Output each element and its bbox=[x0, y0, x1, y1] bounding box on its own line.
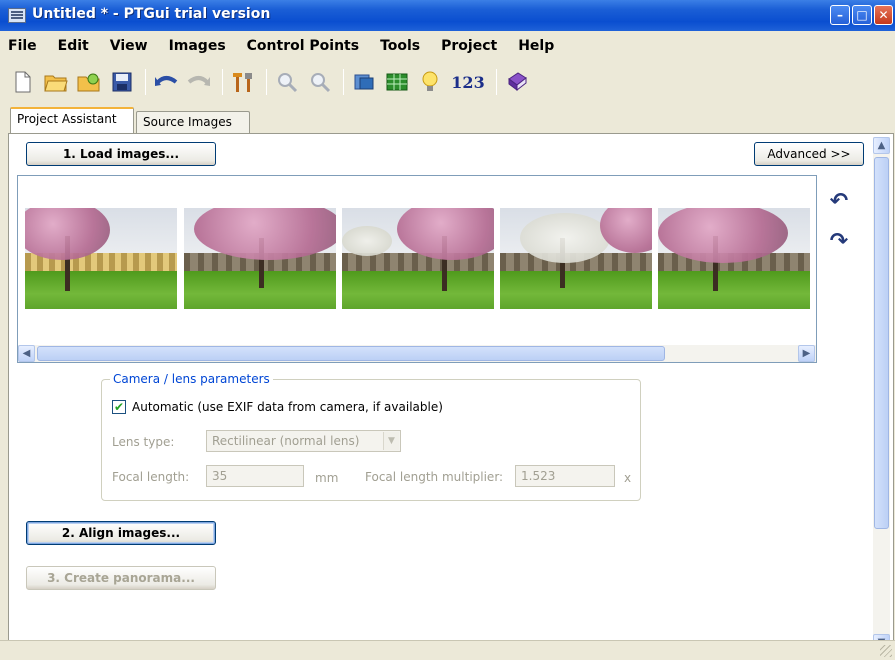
app-window: Untitled * - PTGui trial version – □ ✕ F… bbox=[0, 0, 895, 660]
thumbnail-image[interactable] bbox=[184, 208, 336, 309]
open-folder-icon[interactable] bbox=[41, 67, 71, 97]
minimize-button[interactable]: – bbox=[830, 5, 850, 25]
menu-images[interactable]: Images bbox=[169, 38, 226, 54]
rotate-right-icon[interactable]: ↷ bbox=[826, 228, 852, 254]
menu-edit[interactable]: Edit bbox=[58, 38, 89, 54]
group-label: Camera / lens parameters bbox=[110, 372, 273, 386]
camera-lens-parameters-group: Camera / lens parameters ✔ Automatic (us… bbox=[101, 372, 641, 501]
scroll-right-button[interactable]: ▶ bbox=[798, 345, 815, 362]
menu-project[interactable]: Project bbox=[441, 38, 497, 54]
control-points-table-icon[interactable] bbox=[382, 67, 412, 97]
advanced-button[interactable]: Advanced >> bbox=[754, 142, 864, 166]
save-icon[interactable] bbox=[107, 67, 137, 97]
resize-grip-icon[interactable] bbox=[880, 645, 892, 657]
thumbnail-image[interactable] bbox=[658, 208, 810, 309]
app-icon[interactable] bbox=[8, 8, 26, 23]
panorama-editor-icon[interactable] bbox=[349, 67, 379, 97]
scroll-thumb[interactable] bbox=[37, 346, 665, 361]
chevron-down-icon[interactable]: ▼ bbox=[383, 432, 399, 450]
thumbnail-image[interactable] bbox=[500, 208, 652, 309]
new-document-icon[interactable] bbox=[8, 67, 38, 97]
lens-type-select[interactable]: Rectilinear (normal lens) ▼ bbox=[206, 430, 401, 452]
undo-icon[interactable] bbox=[151, 67, 181, 97]
thumbnail-horizontal-scrollbar[interactable]: ◀ ▶ bbox=[18, 345, 816, 362]
load-images-button[interactable]: 1. Load images... bbox=[26, 142, 216, 166]
lens-type-label: Lens type: bbox=[112, 435, 175, 449]
zoom-in-icon[interactable] bbox=[272, 67, 302, 97]
tools-icon[interactable] bbox=[228, 67, 258, 97]
status-bar bbox=[0, 640, 895, 660]
focal-length-multiplier-unit: x bbox=[624, 471, 632, 485]
thumbnail-image[interactable] bbox=[25, 208, 177, 309]
scroll-thumb[interactable] bbox=[874, 157, 889, 529]
menu-tools[interactable]: Tools bbox=[380, 38, 420, 54]
close-button[interactable]: ✕ bbox=[874, 5, 893, 25]
panel-vertical-scrollbar[interactable]: ▲ ▼ bbox=[873, 137, 890, 651]
maximize-button[interactable]: □ bbox=[852, 5, 872, 25]
tab-source-images[interactable]: Source Images bbox=[136, 111, 250, 133]
menu-view[interactable]: View bbox=[110, 38, 148, 54]
focal-length-label: Focal length: bbox=[112, 470, 190, 484]
lightbulb-icon[interactable] bbox=[415, 67, 445, 97]
focal-length-multiplier-label: Focal length multiplier: bbox=[365, 470, 504, 484]
focal-length-unit: mm bbox=[315, 471, 339, 485]
scroll-up-button[interactable]: ▲ bbox=[873, 137, 890, 154]
automatic-exif-checkbox[interactable]: ✔ bbox=[112, 400, 126, 414]
toolbar: 123 bbox=[8, 62, 888, 102]
window-title: Untitled * - PTGui trial version bbox=[32, 6, 271, 22]
tab-project-assistant[interactable]: Project Assistant bbox=[10, 107, 134, 133]
scroll-left-button[interactable]: ◀ bbox=[18, 345, 35, 362]
menu-help[interactable]: Help bbox=[518, 38, 554, 54]
help-book-icon[interactable] bbox=[502, 67, 532, 97]
image-thumbnail-strip: ◀ ▶ bbox=[17, 175, 817, 363]
title-bar[interactable]: Untitled * - PTGui trial version – □ ✕ bbox=[0, 0, 895, 31]
automatic-exif-label: Automatic (use EXIF data from camera, if… bbox=[132, 400, 443, 414]
menu-file[interactable]: File bbox=[8, 38, 37, 54]
open-recent-icon[interactable] bbox=[74, 67, 104, 97]
lens-type-value: Rectilinear (normal lens) bbox=[212, 434, 360, 448]
thumbnail-image[interactable] bbox=[342, 208, 494, 309]
align-images-button[interactable]: 2. Align images... bbox=[26, 521, 216, 545]
focal-length-input[interactable]: 35 bbox=[206, 465, 304, 487]
numbering-label: 123 bbox=[451, 72, 485, 92]
rotate-left-icon[interactable]: ↶ bbox=[826, 188, 852, 214]
redo-icon[interactable] bbox=[184, 67, 214, 97]
zoom-out-icon[interactable] bbox=[305, 67, 335, 97]
project-assistant-panel: 1. Load images... Advanced >> ◀ ▶ ↶ ↷ Ca… bbox=[8, 133, 894, 653]
focal-length-multiplier-input[interactable]: 1.523 bbox=[515, 465, 615, 487]
create-panorama-button[interactable]: 3. Create panorama... bbox=[26, 566, 216, 590]
menu-control-points[interactable]: Control Points bbox=[247, 38, 359, 54]
numbering-icon[interactable]: 123 bbox=[448, 67, 488, 97]
menu-bar: File Edit View Images Control Points Too… bbox=[8, 33, 888, 59]
